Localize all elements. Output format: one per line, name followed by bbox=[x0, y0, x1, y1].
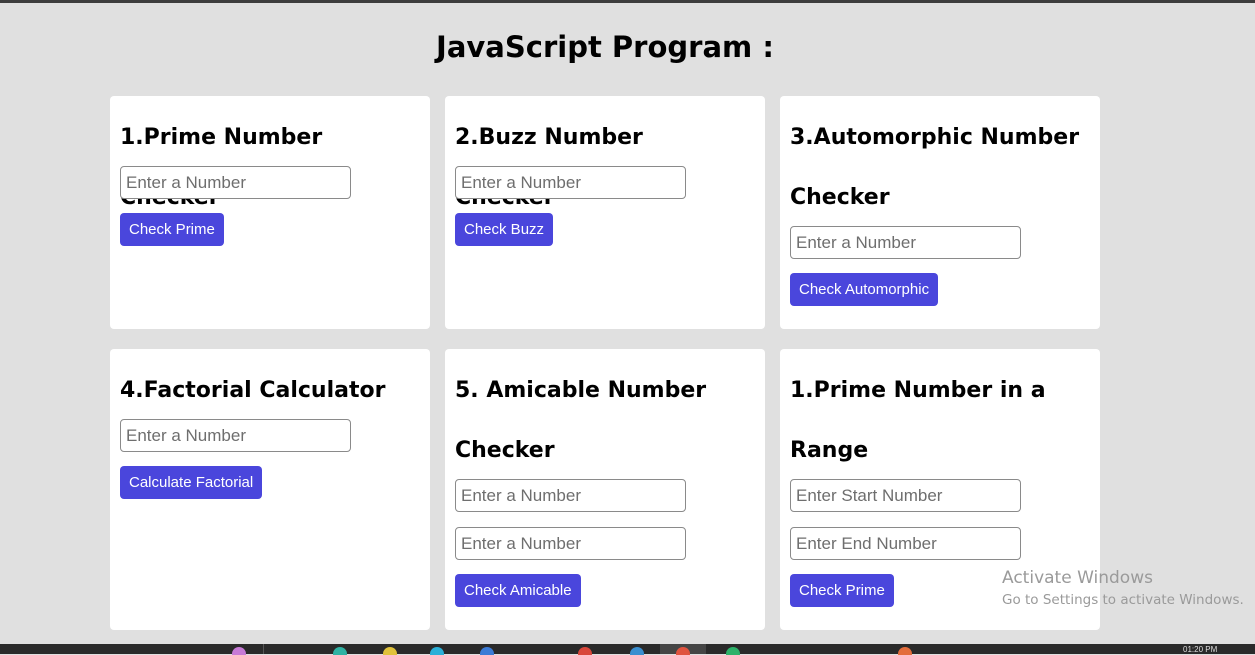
window-top-border bbox=[0, 0, 1255, 3]
watermark-subtitle: Go to Settings to activate Windows. bbox=[1002, 592, 1244, 608]
activate-windows-watermark: Activate Windows Go to Settings to activ… bbox=[1002, 566, 1244, 610]
card-factorial-calculator: 4.Factorial Calculator Calculate Factori… bbox=[110, 349, 430, 630]
number-input[interactable] bbox=[455, 166, 686, 199]
card-heading: 3.Automorphic Number Checker bbox=[790, 125, 1080, 210]
check-prime-button[interactable]: Check Prime bbox=[120, 213, 224, 246]
end-number-input[interactable] bbox=[790, 527, 1021, 560]
taskbar: 01:20 PM bbox=[0, 644, 1255, 655]
check-amicable-button[interactable]: Check Amicable bbox=[455, 574, 581, 607]
check-buzz-button[interactable]: Check Buzz bbox=[455, 213, 554, 246]
calculate-factorial-button[interactable]: Calculate Factorial bbox=[120, 466, 263, 499]
card-heading: 4.Factorial Calculator bbox=[120, 378, 386, 403]
first-number-input[interactable] bbox=[455, 479, 686, 512]
check-automorphic-button[interactable]: Check Automorphic bbox=[790, 273, 939, 306]
check-prime-range-button[interactable]: Check Prime bbox=[790, 574, 894, 607]
number-input[interactable] bbox=[120, 419, 351, 452]
taskbar-divider bbox=[263, 644, 264, 654]
start-number-input[interactable] bbox=[790, 479, 1021, 512]
card-automorphic-checker: 3.Automorphic Number Checker Check Autom… bbox=[780, 96, 1100, 329]
watermark-title: Activate Windows bbox=[1002, 568, 1153, 588]
page-title: JavaScript Program : bbox=[436, 30, 774, 64]
card-heading: 1.Prime Number in a Range bbox=[790, 378, 1046, 463]
number-input[interactable] bbox=[790, 226, 1021, 259]
taskbar-clock[interactable]: 01:20 PM bbox=[1183, 646, 1217, 654]
card-prime-checker: 1.Prime Number Checker Check Prime bbox=[110, 96, 430, 329]
card-amicable-checker: 5. Amicable Number Checker Check Amicabl… bbox=[445, 349, 765, 630]
card-heading: 5. Amicable Number Checker bbox=[455, 378, 707, 463]
second-number-input[interactable] bbox=[455, 527, 686, 560]
card-buzz-checker: 2.Buzz Number Checker Check Buzz bbox=[445, 96, 765, 329]
number-input[interactable] bbox=[120, 166, 351, 199]
